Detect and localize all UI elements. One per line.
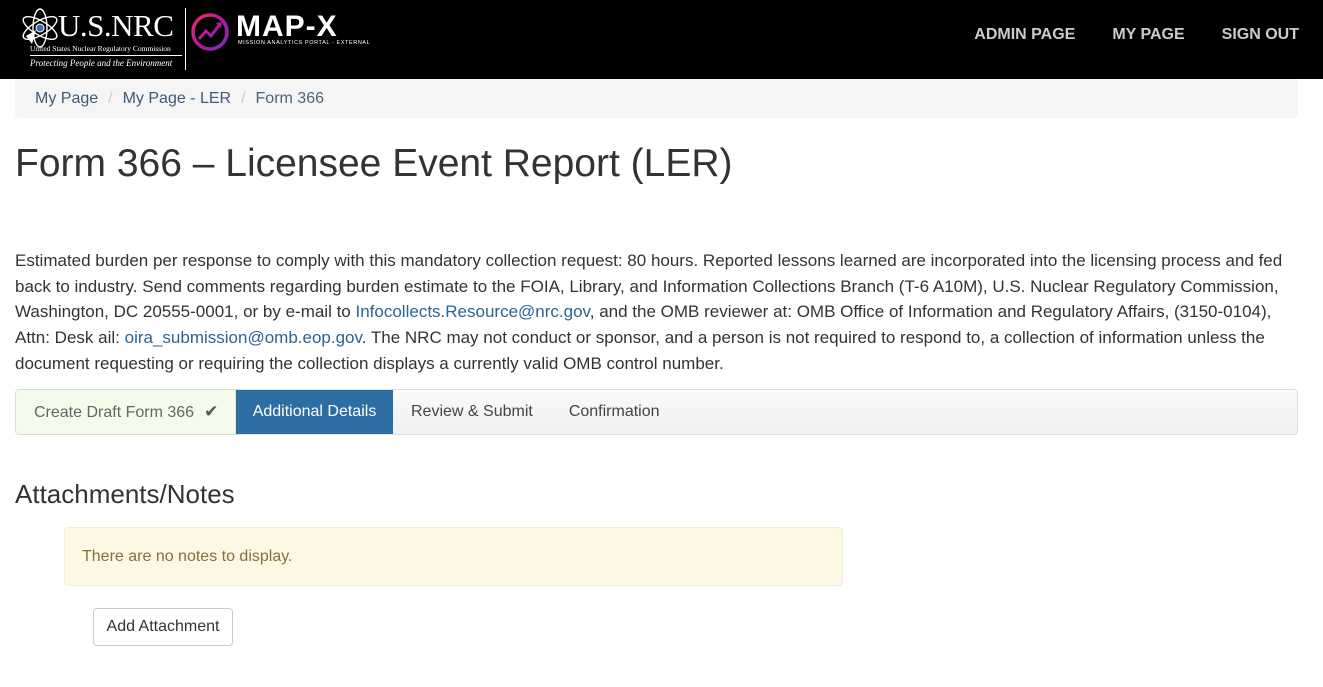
oira-email-link[interactable]: oira_submission@omb.eop.gov [125, 328, 362, 347]
header-nav: ADMIN PAGE MY PAGE SIGN OUT [937, 26, 1299, 44]
logo-divider [185, 8, 186, 70]
nrc-wordmark: U.S.NRC [58, 8, 174, 43]
breadcrumb-my-page[interactable]: My Page [35, 90, 98, 107]
attachments-heading: Attachments/Notes [15, 479, 235, 509]
checkmark-icon: ✔ [204, 402, 219, 421]
mapx-logo[interactable]: MAP-X MISSION ANALYTICS PORTAL - EXTERNA… [190, 10, 370, 60]
step-label: Review & Submit [411, 403, 533, 420]
nav-my-page[interactable]: MY PAGE [1112, 26, 1184, 44]
breadcrumb-current: Form 366 [255, 90, 324, 107]
wizard-steps: Create Draft Form 366 ✔ Additional Detail… [15, 389, 1298, 435]
nrc-logo[interactable]: U.S.NRC United States Nuclear Regulatory… [18, 6, 186, 72]
step-label: Create Draft Form 366 [34, 404, 195, 421]
mapx-subtitle: MISSION ANALYTICS PORTAL - EXTERNAL [238, 40, 371, 46]
nrc-tagline: Protecting People and the Environment [30, 58, 173, 68]
nav-sign-out[interactable]: SIGN OUT [1222, 26, 1299, 44]
nrc-logo-rule [30, 55, 182, 56]
burden-notice: Estimated burden per response to comply … [15, 248, 1298, 377]
infocollects-email-link[interactable]: Infocollects.Resource@nrc.gov [356, 302, 590, 321]
top-navbar: U.S.NRC United States Nuclear Regulatory… [0, 0, 1323, 79]
breadcrumb-separator: / [108, 90, 113, 107]
nav-admin-page[interactable]: ADMIN PAGE [974, 26, 1075, 44]
breadcrumb-my-page-ler[interactable]: My Page - LER [123, 90, 231, 107]
step-confirmation[interactable]: Confirmation [551, 390, 678, 434]
mapx-chart-circle-icon [191, 13, 229, 51]
step-label: Additional Details [252, 403, 377, 420]
add-attachment-button[interactable]: Add Attachment [93, 608, 233, 646]
nrc-subtitle: United States Nuclear Regulatory Commiss… [30, 44, 171, 53]
step-review-submit[interactable]: Review & Submit [393, 390, 551, 434]
no-notes-alert: There are no notes to display. [64, 527, 843, 586]
step-additional-details[interactable]: Additional Details [236, 390, 393, 434]
mapx-wordmark: MAP-X [236, 10, 338, 43]
breadcrumb: My Page / My Page - LER / Form 366 [15, 79, 1298, 118]
step-create-draft[interactable]: Create Draft Form 366 ✔ [16, 390, 236, 434]
page-title: Form 366 – Licensee Event Report (LER) [15, 142, 733, 185]
breadcrumb-separator: / [241, 90, 246, 107]
step-label: Confirmation [568, 403, 660, 420]
